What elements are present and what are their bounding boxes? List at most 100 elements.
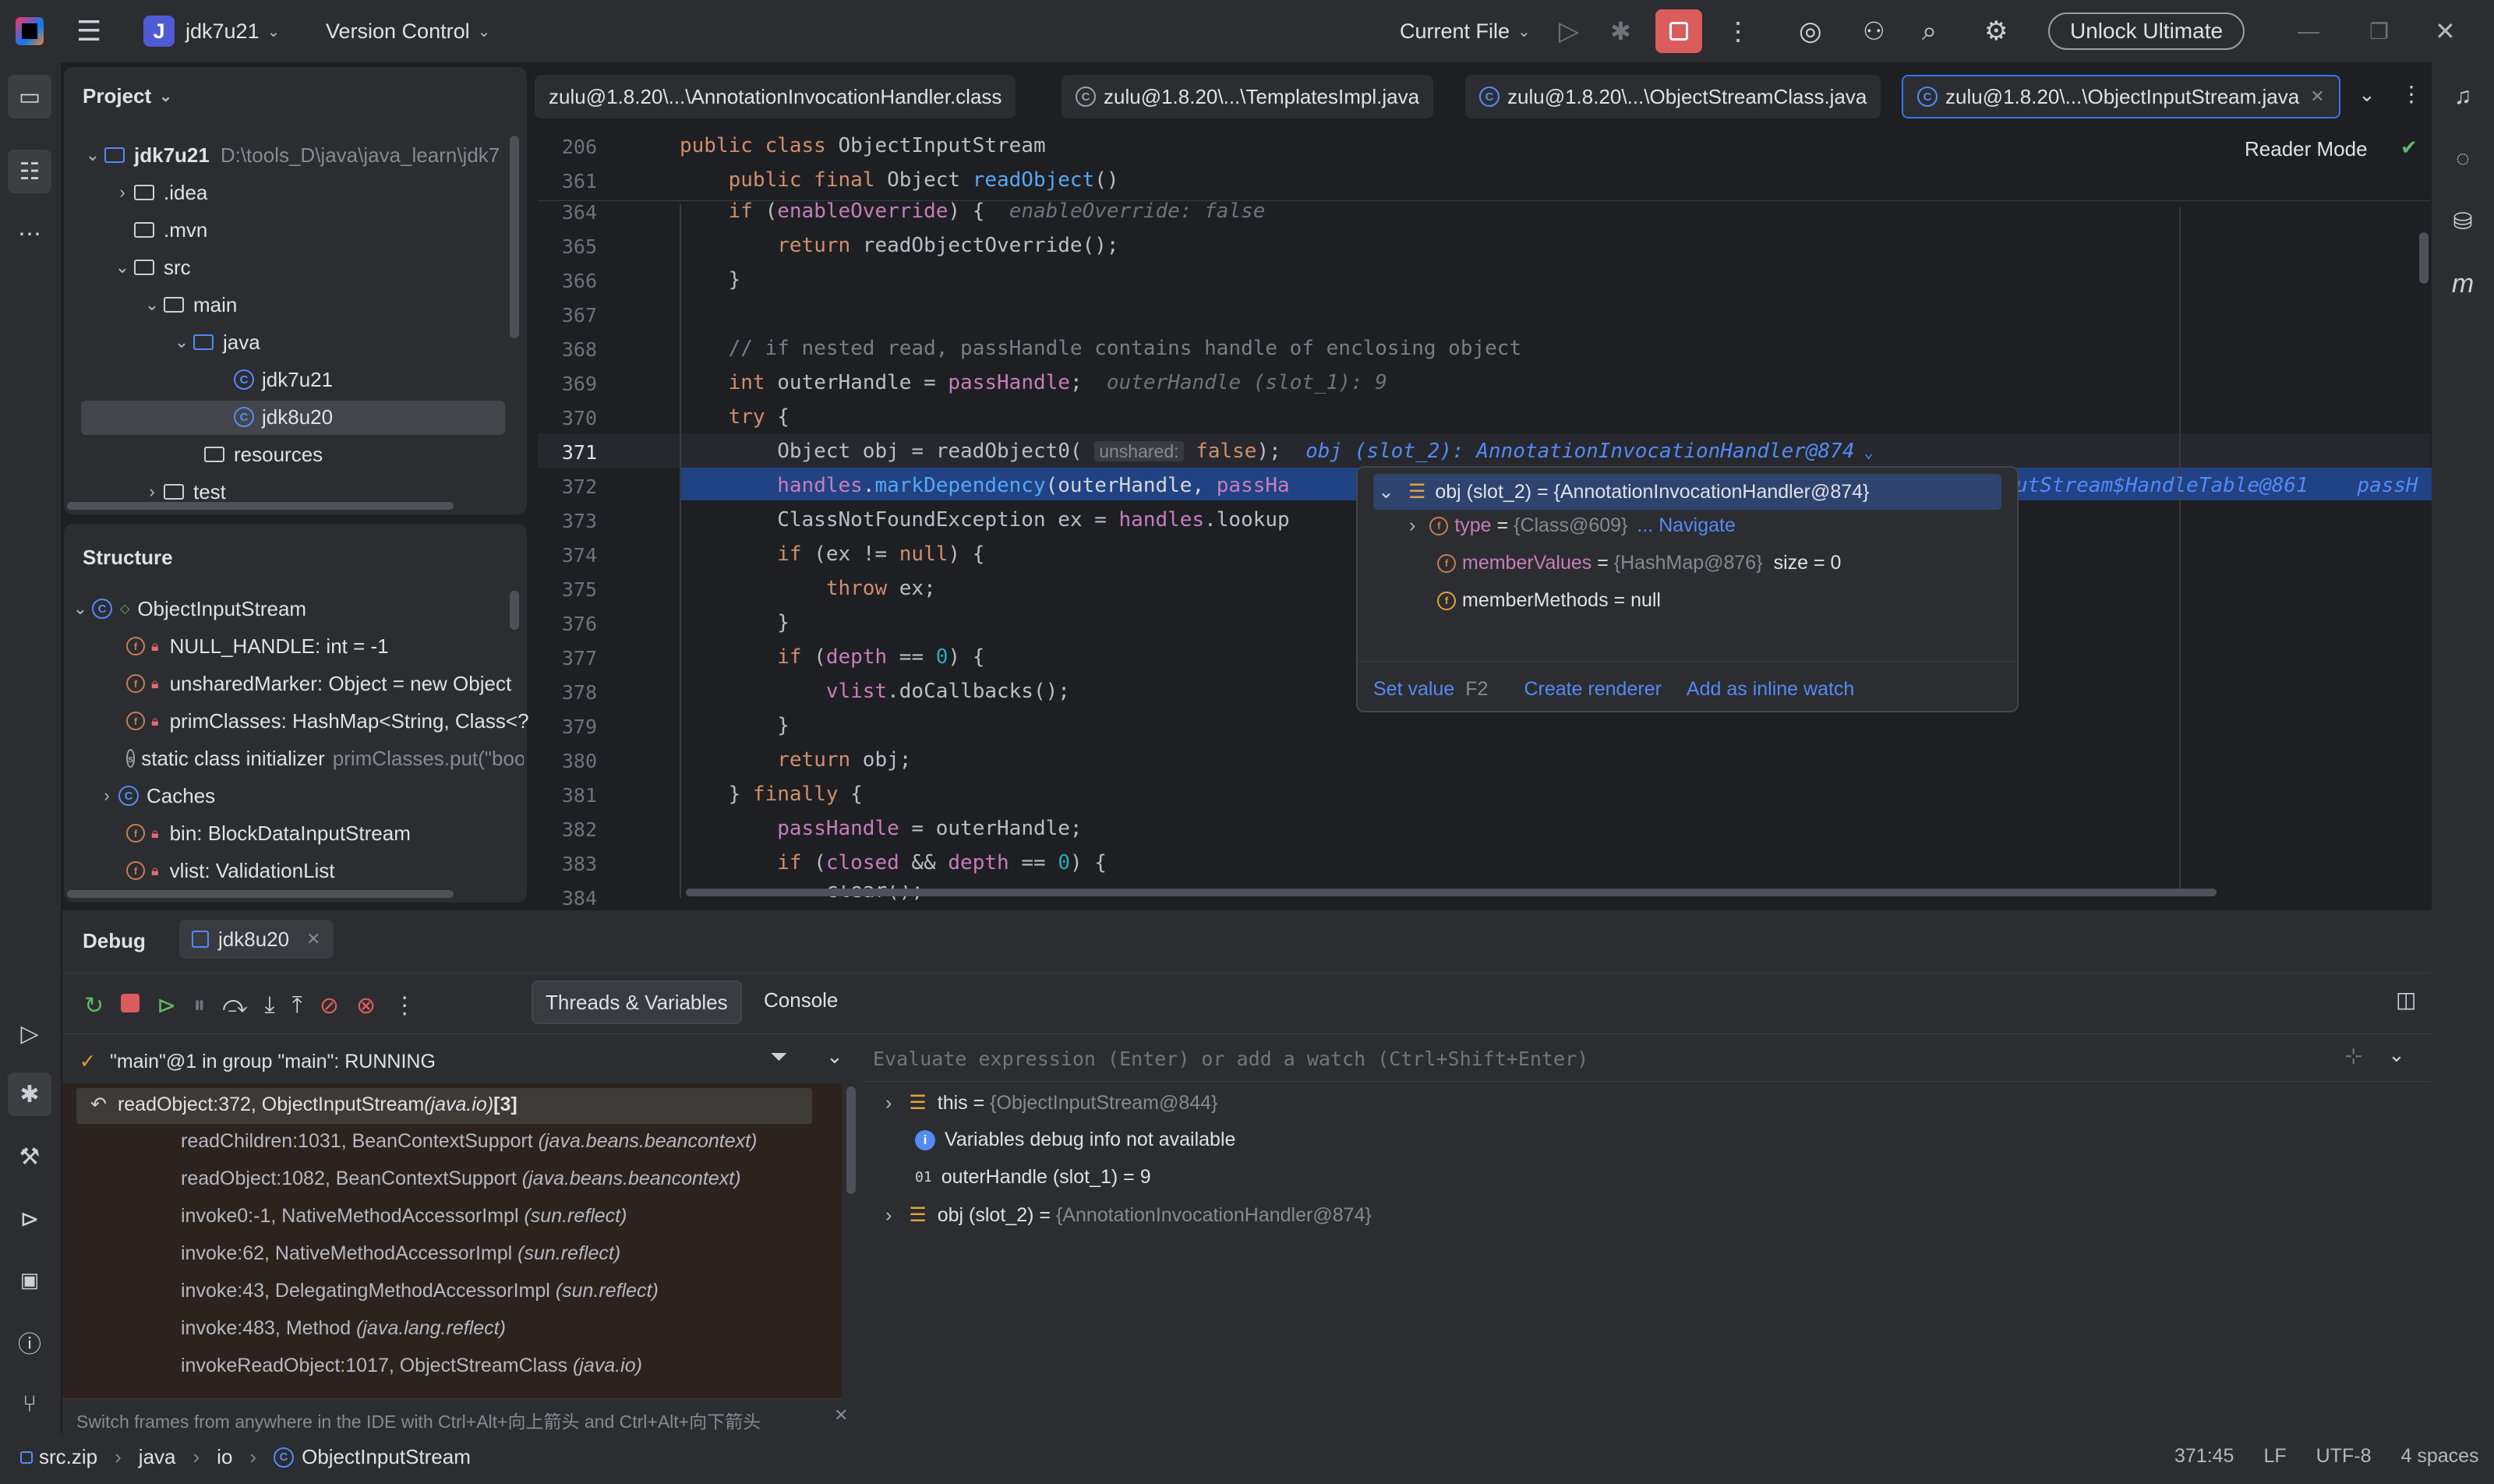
breadcrumb-item[interactable]: ObjectInputStream <box>302 1445 471 1469</box>
problems-tool-icon[interactable]: ⓘ <box>8 1320 51 1364</box>
line-number[interactable]: 379 <box>538 716 597 738</box>
database-icon[interactable]: ⛁ <box>2441 200 2485 243</box>
project-switcher[interactable]: J jdk7u21 ⌄ <box>143 0 280 62</box>
line-number[interactable]: 377 <box>538 647 597 670</box>
structure-member[interactable]: f 🔒︎ NULL_HANDLE: int = -1 <box>126 628 389 664</box>
line-number[interactable]: 366 <box>538 270 597 292</box>
popup-row-type[interactable]: › f type = {Class@609} ... Navigate <box>1409 514 1736 537</box>
line-number[interactable]: 382 <box>538 818 597 841</box>
line-number[interactable]: 375 <box>538 578 597 601</box>
vertical-scrollbar[interactable] <box>510 136 519 338</box>
editor-horizontal-scrollbar[interactable] <box>686 889 2217 896</box>
structure-member[interactable]: › C Caches <box>95 778 215 814</box>
chevron-down-icon[interactable]: ⌄ <box>2388 1043 2405 1067</box>
step-into-icon[interactable]: ⤓ <box>264 992 274 1019</box>
horizontal-scrollbar[interactable] <box>67 890 454 898</box>
vertical-scrollbar[interactable] <box>510 591 519 630</box>
frame-row[interactable]: invoke:43, DelegatingMethodAccessorImpl … <box>181 1280 659 1302</box>
tab-object-input-stream[interactable]: Czulu@1.8.20\...\ObjectInputStream.java ✕ <box>1902 75 2340 118</box>
filter-icon[interactable]: ⏷ <box>770 1044 787 1070</box>
horizontal-scrollbar[interactable] <box>67 502 454 510</box>
frame-row[interactable]: invokeReadObject:1017, ObjectStreamClass… <box>181 1355 642 1377</box>
line-number[interactable]: 372 <box>538 475 597 498</box>
rerun-icon[interactable]: ↻ <box>84 992 104 1019</box>
line-number[interactable]: 369 <box>538 373 597 395</box>
set-value-link[interactable]: Set value <box>1373 678 1454 701</box>
popup-row-member-values[interactable]: f memberValues = {HashMap@876} size = 0 <box>1437 552 1841 574</box>
reader-mode-button[interactable]: Reader Mode <box>2245 137 2368 161</box>
tree-item-src[interactable]: ⌄ src <box>111 249 191 285</box>
more-actions-icon[interactable]: ⋮ <box>1726 0 1750 62</box>
services-tool-icon[interactable]: ⊳ <box>8 1197 51 1241</box>
debug-tool-icon[interactable]: ✱ <box>8 1072 51 1116</box>
line-number[interactable]: 368 <box>538 338 597 361</box>
var-row-outer-handle[interactable]: 01 outerHandle (slot_1) = 9 <box>915 1166 1151 1189</box>
close-window-icon[interactable]: ✕ <box>2435 0 2456 62</box>
close-tab-icon[interactable]: ✕ <box>306 929 320 949</box>
tab-object-stream-class[interactable]: Czulu@1.8.20\...\ObjectStreamClass.java <box>1465 75 1881 118</box>
create-renderer-link[interactable]: Create renderer <box>1524 678 1661 701</box>
tab-annotation-invocation-handler[interactable]: zulu@1.8.20\...\AnnotationInvocationHand… <box>535 75 1016 118</box>
inline-debug-value[interactable]: obj (slot_2): AnnotationInvocationHandle… <box>1305 440 1854 463</box>
terminal-tool-icon[interactable]: ▣ <box>8 1258 51 1302</box>
breadcrumb-item[interactable]: java <box>139 1445 176 1469</box>
tabs-more-icon[interactable]: ⋮ <box>2400 81 2422 107</box>
line-number[interactable]: 374 <box>538 544 597 567</box>
tree-root[interactable]: ⌄ jdk7u21 D:\tools_D\java\java_learn\jdk… <box>81 137 501 173</box>
var-row-obj[interactable]: › ☰ obj (slot_2) = {AnnotationInvocation… <box>885 1203 1372 1227</box>
line-number[interactable]: 380 <box>538 750 597 772</box>
thread-selector[interactable]: ✓ "main"@1 in group "main": RUNNING <box>79 1041 436 1082</box>
ai-assistant-icon[interactable]: ◎ <box>1799 0 1822 62</box>
minimize-icon[interactable]: — <box>2298 0 2319 62</box>
ai-chat-icon[interactable]: ◌ <box>2441 137 2485 181</box>
line-number[interactable]: 370 <box>538 407 597 429</box>
run-tool-icon[interactable]: ▷ <box>8 1012 51 1055</box>
debug-session-tab[interactable]: jdk8u20 ✕ <box>179 920 334 959</box>
tab-templates-impl[interactable]: Czulu@1.8.20\...\TemplatesImpl.java <box>1062 75 1434 118</box>
step-out-icon[interactable]: ⤒ <box>292 992 302 1019</box>
view-breakpoints-icon[interactable]: ⊘ <box>320 992 339 1019</box>
tree-item-resources[interactable]: resources <box>204 436 323 472</box>
tree-item-java[interactable]: ⌄ java <box>170 324 260 360</box>
frame-row[interactable]: invoke:62, NativeMethodAccessorImpl (sun… <box>181 1242 620 1265</box>
line-number[interactable]: 376 <box>538 613 597 635</box>
popup-root-row[interactable]: ⌄ ☰ obj (slot_2) = {AnnotationInvocation… <box>1373 474 2001 510</box>
line-number[interactable]: 381 <box>538 784 597 807</box>
tree-item-main[interactable]: ⌄ main <box>140 287 238 323</box>
stop-icon[interactable] <box>121 992 140 1019</box>
vcs-menu[interactable]: Version Control ⌄ <box>326 0 490 62</box>
breadcrumb-item[interactable]: src.zip <box>39 1445 97 1469</box>
tab-threads-variables[interactable]: Threads & Variables <box>532 980 742 1024</box>
structure-member[interactable]: f 🔒︎ vlist: ValidationList <box>126 853 335 889</box>
app-logo-icon[interactable] <box>16 0 44 62</box>
frame-row[interactable]: readChildren:1031, BeanContextSupport (j… <box>181 1130 757 1153</box>
indent-setting[interactable]: 4 spaces <box>2400 1445 2478 1468</box>
close-hint-icon[interactable]: ✕ <box>834 1405 848 1426</box>
structure-member[interactable]: f 🔒︎ bin: BlockDataInputStream <box>126 815 411 851</box>
project-panel-header[interactable]: Project ⌄ <box>83 84 172 108</box>
structure-tool-icon[interactable]: ☷ <box>8 150 51 193</box>
build-tool-icon[interactable]: ⚒ <box>8 1135 51 1178</box>
unlock-ultimate-button[interactable]: Unlock Ultimate <box>2048 0 2245 62</box>
caret-position[interactable]: 371:45 <box>2174 1445 2234 1468</box>
line-number[interactable]: 364 <box>538 201 597 224</box>
line-separator[interactable]: LF <box>2263 1445 2286 1468</box>
pause-icon[interactable]: ⏸︎ <box>193 992 205 1019</box>
mute-breakpoints-icon[interactable]: ⊗ <box>356 992 376 1019</box>
navigate-link[interactable]: ... Navigate <box>1637 514 1735 537</box>
search-icon[interactable]: ⌕ <box>1922 0 1937 62</box>
tree-item-jdk8u20[interactable]: Cjdk8u20 <box>234 399 333 435</box>
popup-row-member-methods[interactable]: f memberMethods = null <box>1437 589 1661 612</box>
git-tool-icon[interactable]: ⑂ <box>8 1383 51 1426</box>
step-over-icon[interactable]: ⤼ <box>222 992 247 1019</box>
more-tools-icon[interactable]: ⋯ <box>8 212 51 256</box>
evaluate-expression-input[interactable] <box>873 1040 2307 1077</box>
structure-class[interactable]: ⌄ C ◇ ObjectInputStream <box>69 591 306 627</box>
project-tool-icon[interactable]: ▭ <box>8 75 51 118</box>
tree-item-mvn[interactable]: .mvn <box>134 212 207 248</box>
stop-button[interactable] <box>1655 0 1702 62</box>
notifications-icon[interactable]: ♫ <box>2441 75 2485 118</box>
maximize-icon[interactable]: ❐ <box>2369 0 2389 62</box>
tabs-dropdown-icon[interactable]: ⌄ <box>2358 83 2376 107</box>
structure-member[interactable]: f 🔒︎ unsharedMarker: Object = new Object <box>126 666 511 701</box>
